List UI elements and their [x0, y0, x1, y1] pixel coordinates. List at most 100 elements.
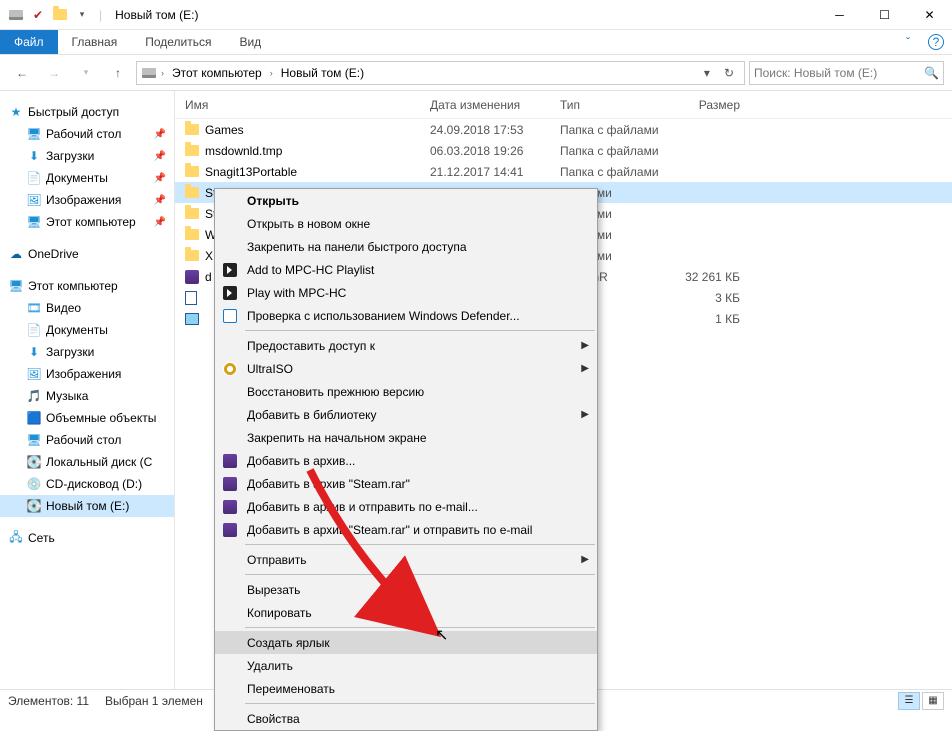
checkmark-icon[interactable]: ✔ [30, 7, 46, 23]
sidebar-item[interactable]: 🖥Рабочий стол [0, 429, 174, 451]
sidebar-item[interactable]: 🖥Этот компьютер📌 [0, 211, 174, 233]
folder-icon [185, 124, 199, 135]
address-bar[interactable]: › Этот компьютер › Новый том (E:) ▾ ↻ [136, 61, 745, 85]
ribbon-expand-icon[interactable]: ˇ [888, 30, 928, 54]
details-view-button[interactable]: ☰ [898, 692, 920, 710]
submenu-arrow-icon: ▶ [581, 363, 589, 374]
sidebar-quick-access[interactable]: ★Быстрый доступ [0, 101, 174, 123]
sidebar-item[interactable]: 🖼Изображения📌 [0, 189, 174, 211]
menu-separator [245, 703, 595, 704]
menu-item[interactable]: Добавить в архив "Steam.rar" [215, 472, 597, 495]
menu-item[interactable]: Создать ярлык [215, 631, 597, 654]
close-button[interactable]: ✕ [907, 0, 952, 30]
folder-icon [52, 7, 68, 23]
status-count: Элементов: 11 [8, 694, 89, 708]
drive-icon [8, 7, 24, 23]
sidebar-item[interactable]: ⬇Загрузки [0, 341, 174, 363]
col-date[interactable]: Дата изменения [430, 98, 560, 112]
sidebar-item[interactable]: ⬇Загрузки📌 [0, 145, 174, 167]
drive-icon [141, 65, 157, 81]
menu-separator [245, 544, 595, 545]
item-icon: ⬇ [26, 148, 42, 164]
sidebar-this-pc[interactable]: 🖥Этот компьютер [0, 275, 174, 297]
menu-item[interactable]: Добавить в архив... [215, 449, 597, 472]
col-size[interactable]: Размер [680, 98, 750, 112]
menu-item[interactable]: Переименовать [215, 677, 597, 700]
cursor-icon: ↖ [435, 625, 448, 645]
tab-share[interactable]: Поделиться [131, 30, 225, 54]
sidebar-network[interactable]: 🖧Сеть [0, 527, 174, 549]
menu-item[interactable]: Добавить в архив "Steam.rar" и отправить… [215, 518, 597, 541]
item-icon: 💽 [26, 498, 42, 514]
item-icon: 💿 [26, 476, 42, 492]
menu-item[interactable]: UltraISO▶ [215, 357, 597, 380]
star-icon: ★ [8, 104, 24, 120]
forward-button[interactable]: → [40, 59, 68, 87]
table-row[interactable]: Games24.09.2018 17:53Папка с файлами [175, 119, 952, 140]
sidebar-item[interactable]: 🖼Изображения [0, 363, 174, 385]
help-icon[interactable]: ? [928, 34, 944, 50]
col-type[interactable]: Тип [560, 98, 680, 112]
menu-item[interactable]: Открыть [215, 189, 597, 212]
winrar-icon [222, 453, 238, 469]
tab-home[interactable]: Главная [58, 30, 132, 54]
folder-icon [185, 166, 199, 177]
sidebar-item[interactable]: 💽Локальный диск (C [0, 451, 174, 473]
sidebar-item[interactable]: 🖥Рабочий стол📌 [0, 123, 174, 145]
status-selection: Выбран 1 элемен [105, 694, 203, 708]
file-tab[interactable]: Файл [0, 30, 58, 54]
chevron-right-icon[interactable]: › [270, 68, 273, 78]
menu-item[interactable]: Восстановить прежнюю версию [215, 380, 597, 403]
menu-item[interactable]: Открыть в новом окне [215, 212, 597, 235]
address-dropdown-icon[interactable]: ▾ [698, 66, 716, 80]
maximize-button[interactable]: ☐ [862, 0, 907, 30]
table-row[interactable]: msdownld.tmp06.03.2018 19:26Папка с файл… [175, 140, 952, 161]
menu-item[interactable]: Копировать [215, 601, 597, 624]
menu-item[interactable]: Удалить [215, 654, 597, 677]
item-icon: 🎞 [26, 300, 42, 316]
folder-icon [185, 250, 199, 261]
sidebar-item[interactable]: 🎵Музыка [0, 385, 174, 407]
recent-dropdown-icon[interactable]: ▾ [72, 59, 100, 87]
menu-item[interactable]: Закрепить на начальном экране [215, 426, 597, 449]
submenu-arrow-icon: ▶ [581, 340, 589, 351]
menu-item[interactable]: Add to MPC-HC Playlist [215, 258, 597, 281]
menu-item[interactable]: Добавить в архив и отправить по e-mail..… [215, 495, 597, 518]
sidebar-item[interactable]: 📄Документы📌 [0, 167, 174, 189]
minimize-button[interactable]: ─ [817, 0, 862, 30]
table-row[interactable]: Snagit13Portable21.12.2017 14:41Папка с … [175, 161, 952, 182]
menu-item[interactable]: Предоставить доступ к▶ [215, 334, 597, 357]
menu-item[interactable]: Закрепить на панели быстрого доступа [215, 235, 597, 258]
sidebar-item[interactable]: 💽Новый том (E:) [0, 495, 174, 517]
breadcrumb[interactable]: Этот компьютер [168, 66, 266, 80]
up-button[interactable]: ↑ [104, 59, 132, 87]
icons-view-button[interactable]: ▦ [922, 692, 944, 710]
menu-item[interactable]: Вырезать [215, 578, 597, 601]
folder-icon [185, 208, 199, 219]
menu-item[interactable]: Проверка с использованием Windows Defend… [215, 304, 597, 327]
menu-item[interactable]: Свойства [215, 707, 597, 730]
col-name[interactable]: Имя [185, 98, 430, 112]
sidebar-onedrive[interactable]: ☁OneDrive [0, 243, 174, 265]
chevron-right-icon[interactable]: › [161, 68, 164, 78]
back-button[interactable]: ← [8, 59, 36, 87]
ultraiso-icon [222, 361, 238, 377]
sidebar-item[interactable]: 🟦Объемные объекты [0, 407, 174, 429]
menu-item[interactable]: Отправить▶ [215, 548, 597, 571]
context-menu: ОткрытьОткрыть в новом окнеЗакрепить на … [214, 188, 598, 731]
sidebar-item[interactable]: 🎞Видео [0, 297, 174, 319]
item-icon: 🖼 [26, 366, 42, 382]
tab-view[interactable]: Вид [225, 30, 275, 54]
item-icon: 🎵 [26, 388, 42, 404]
breadcrumb[interactable]: Новый том (E:) [277, 66, 368, 80]
menu-item[interactable]: Добавить в библиотеку▶ [215, 403, 597, 426]
refresh-icon[interactable]: ↻ [718, 66, 740, 80]
sidebar-item[interactable]: 📄Документы [0, 319, 174, 341]
search-input[interactable]: Поиск: Новый том (E:) 🔍 [749, 61, 944, 85]
folder-icon [185, 187, 199, 198]
sidebar-item[interactable]: 💿CD-дисковод (D:) [0, 473, 174, 495]
qat-dropdown-icon[interactable]: ▾ [74, 7, 90, 23]
menu-item[interactable]: Play with MPC-HC [215, 281, 597, 304]
menu-separator [245, 627, 595, 628]
item-icon: 🟦 [26, 410, 42, 426]
